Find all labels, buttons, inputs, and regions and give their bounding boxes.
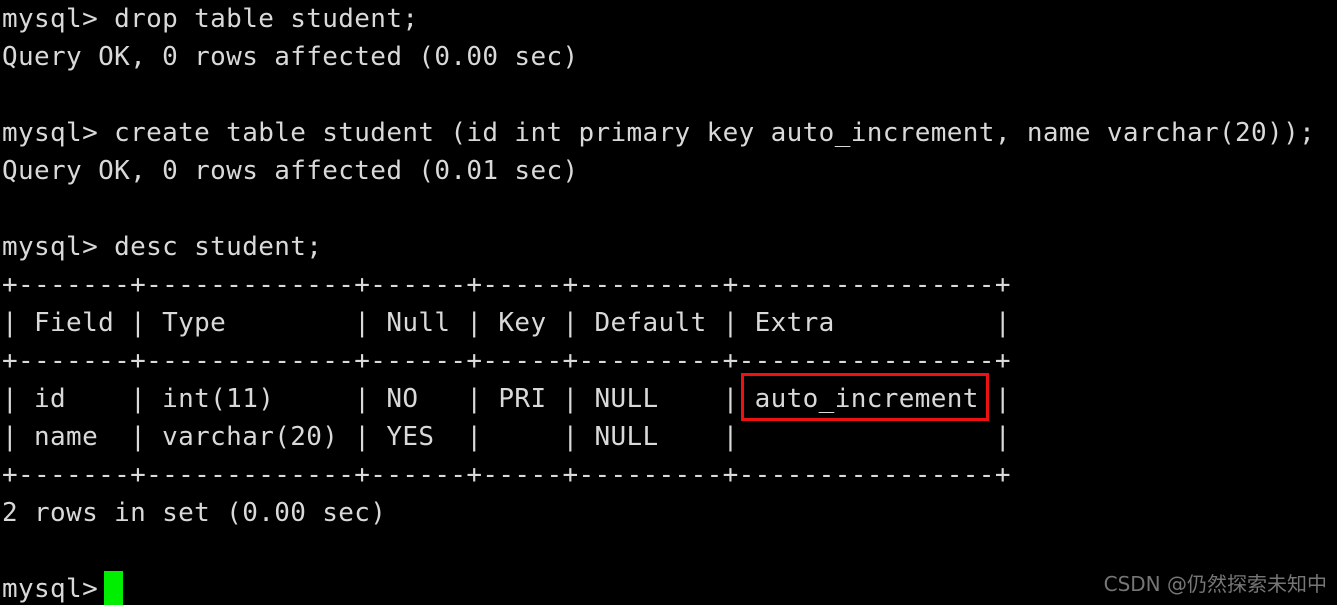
- terminal-line-result-create-table: Query OK, 0 rows affected (0.01 sec): [2, 152, 1337, 190]
- terminal-line-blank-1: [2, 76, 1337, 114]
- terminal-line-result-drop-table: Query OK, 0 rows affected (0.00 sec): [2, 38, 1337, 76]
- table-header-row: | Field | Type | Null | Key | Default | …: [2, 304, 1337, 342]
- prompt-label: mysql>: [2, 570, 98, 605]
- terminal-line-command-desc: mysql> desc student;: [2, 228, 1337, 266]
- terminal-line-blank-2: [2, 190, 1337, 228]
- watermark-text: CSDN @仍然探索未知中: [1104, 571, 1327, 597]
- table-row: | id | int(11) | NO | PRI | NULL | auto_…: [2, 380, 1337, 418]
- terminal-line-blank-3: [2, 532, 1337, 570]
- terminal-line-row-count: 2 rows in set (0.00 sec): [2, 494, 1337, 532]
- table-row: | name | varchar(20) | YES | | NULL | |: [2, 418, 1337, 456]
- terminal-line-command-create-table: mysql> create table student (id int prim…: [2, 114, 1337, 152]
- table-border-top: +-------+-------------+------+-----+----…: [2, 266, 1337, 304]
- terminal-line-command-drop-table: mysql> drop table student;: [2, 0, 1337, 38]
- cursor-block: [104, 571, 123, 605]
- table-border-bottom: +-------+-------------+------+-----+----…: [2, 456, 1337, 494]
- terminal-window[interactable]: mysql> drop table student; Query OK, 0 r…: [0, 0, 1337, 605]
- table-border-header: +-------+-------------+------+-----+----…: [2, 342, 1337, 380]
